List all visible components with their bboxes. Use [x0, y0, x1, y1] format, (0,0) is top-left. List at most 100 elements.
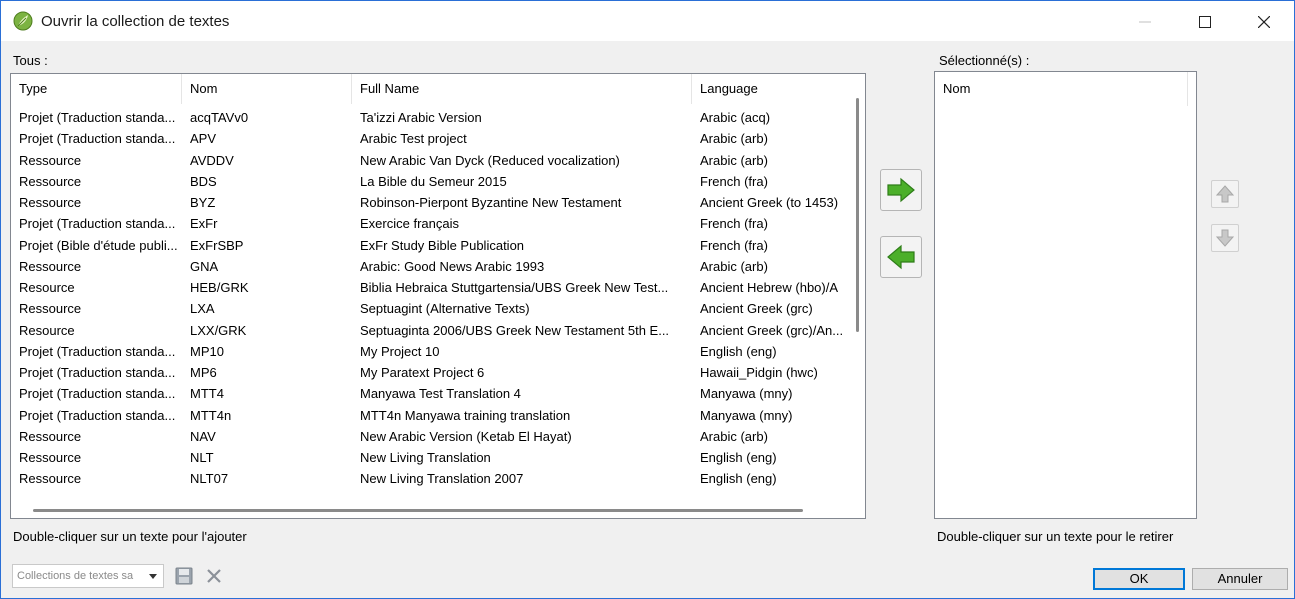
close-button[interactable]	[1236, 5, 1292, 39]
paratext-leaf-icon	[13, 11, 33, 31]
cell-full-name: New Arabic Van Dyck (Reduced vocalizatio…	[360, 152, 620, 168]
saved-collections-value: Collections de textes sa	[17, 570, 134, 582]
cell-nom: BYZ	[190, 195, 216, 210]
cell-nom: NLT	[190, 450, 214, 465]
cell-language: Arabic (acq)	[700, 110, 771, 125]
move-down-button[interactable]	[1211, 224, 1239, 252]
table-row[interactable]: Ressource LXA Septuagint (Alternative Text…	[11, 298, 851, 319]
cell-type: Projet (Traduction standa...	[19, 365, 176, 380]
delete-collection-button[interactable]	[203, 565, 225, 587]
cell-language: Hawaii_Pidgin (hwc)	[700, 365, 818, 380]
cell-type: Ressource	[19, 152, 82, 168]
column-header-language[interactable]: Language	[692, 74, 852, 104]
table-row[interactable]: Projet (Traduction standa... MP10 My Proje…	[11, 341, 851, 362]
chevron-down-icon[interactable]	[145, 565, 161, 587]
cell-full-name: New Living Translation 2007	[360, 471, 524, 487]
cell-nom: HEB/GRK	[190, 280, 249, 295]
cell-language: French (fra)	[700, 216, 768, 232]
cell-full-name: La Bible du Semeur 2015	[360, 173, 507, 189]
table-row[interactable]: Ressource NLT New Living Translation Englis…	[11, 447, 851, 468]
cell-type: Ressource	[19, 428, 82, 444]
ok-button[interactable]: OK	[1093, 568, 1185, 590]
horizontal-scrollbar[interactable]	[11, 500, 851, 518]
column-header-selected-nom[interactable]: Nom	[935, 72, 1188, 106]
arrow-left-icon	[887, 244, 915, 270]
add-selected-button[interactable]	[880, 169, 922, 211]
cell-type: Projet (Traduction standa...	[19, 216, 176, 232]
table-row[interactable]: Projet (Traduction standa... MP6 My Parate…	[11, 362, 851, 383]
cell-type: Projet (Bible d'étude publi...	[19, 237, 178, 253]
cell-nom: MP6	[190, 365, 217, 380]
cell-language: Arabic (arb)	[700, 258, 768, 274]
cell-language: Ancient Hebrew (hbo)/A	[700, 280, 839, 295]
remove-selected-button[interactable]	[880, 236, 922, 278]
cell-language: English (eng)	[700, 471, 777, 487]
minimize-button[interactable]	[1117, 5, 1173, 39]
horizontal-scroll-thumb[interactable]	[33, 509, 803, 512]
cell-language: Manyawa (mny)	[700, 407, 793, 423]
vertical-scrollbar[interactable]	[851, 74, 865, 504]
cell-type: Ressource	[19, 258, 82, 274]
cell-full-name: Manyawa Test Translation 4	[360, 386, 521, 402]
add-hint: Double-cliquer sur un texte pour l'ajout…	[13, 529, 247, 544]
selected-texts-list[interactable]: Nom	[934, 71, 1197, 519]
table-row[interactable]: Ressource BDS La Bible du Semeur 2015 Frenc…	[11, 171, 851, 192]
table-row[interactable]: Ressource NAV New Arabic Version (Ketab El…	[11, 426, 851, 447]
all-texts-list[interactable]: Type Nom Full Name Language Projet (Trad…	[10, 73, 866, 519]
cell-full-name: ExFr Study Bible Publication	[360, 237, 525, 253]
table-row[interactable]: Projet (Traduction standa... MTT4n MTT4n M…	[11, 405, 851, 426]
cell-nom: GNA	[190, 258, 219, 274]
arrow-down-icon	[1215, 229, 1235, 247]
table-row[interactable]: Ressource GNA Arabic: Good News Arabic 199…	[11, 256, 851, 277]
cell-language: Ancient Greek (grc)/An...	[700, 322, 844, 338]
table-row[interactable]: Resource LXX/GRK Septuaginta 2006/UBS Gree…	[11, 320, 851, 341]
cell-nom: ExFr	[190, 216, 218, 232]
cell-full-name: MTT4n Manyawa training translation	[360, 407, 571, 423]
column-header-full-name[interactable]: Full Name	[352, 74, 692, 104]
table-row[interactable]: Projet (Traduction standa... MTT4 Manyawa …	[11, 383, 851, 404]
table-row[interactable]: Ressource AVDDV New Arabic Van Dyck (Reduc…	[11, 150, 851, 171]
table-row[interactable]: Projet (Traduction standa... acqTAVv0 Ta'i…	[11, 107, 851, 128]
cell-type: Projet (Traduction standa...	[19, 343, 176, 359]
cell-nom: acqTAVv0	[190, 110, 249, 125]
maximize-button[interactable]	[1177, 5, 1233, 39]
cell-type: Ressource	[19, 301, 82, 317]
cell-language: Arabic (arb)	[700, 152, 768, 168]
selected-header: Nom	[935, 72, 1196, 106]
maximize-icon	[1199, 16, 1211, 28]
table-row[interactable]: Ressource BYZ Robinson-Pierpont Byzantine …	[11, 192, 851, 213]
cancel-button[interactable]: Annuler	[1192, 568, 1288, 590]
cell-type: Ressource	[19, 471, 82, 487]
column-header-type[interactable]: Type	[11, 74, 182, 104]
saved-collections-combo[interactable]: Collections de textes sa	[12, 564, 164, 588]
cell-nom: LXX/GRK	[190, 322, 247, 338]
cell-full-name: My Paratext Project 6	[360, 365, 485, 380]
table-row[interactable]: Projet (Traduction standa... APV Arabic Te…	[11, 128, 851, 149]
remove-hint: Double-cliquer sur un texte pour le reti…	[937, 529, 1174, 544]
title-bar: Ouvrir la collection de textes	[1, 1, 1294, 41]
table-row[interactable]: Ressource NLT07 New Living Translation 200…	[11, 468, 851, 489]
cell-full-name: Arabic Test project	[360, 131, 467, 147]
cell-language: French (fra)	[700, 173, 768, 189]
cell-nom: LXA	[190, 301, 215, 317]
vertical-scroll-thumb[interactable]	[856, 98, 859, 332]
save-collection-button[interactable]	[173, 565, 195, 587]
table-row[interactable]: Projet (Traduction standa... ExFr Exercice…	[11, 213, 851, 234]
move-up-button[interactable]	[1211, 180, 1239, 208]
cell-language: Ancient Greek (to 1453)	[700, 195, 839, 210]
floppy-disk-icon	[175, 567, 193, 585]
cell-nom: NLT07	[190, 471, 229, 487]
table-row[interactable]: Projet (Bible d'étude publi... ExFrSBP ExF…	[11, 235, 851, 256]
cell-type: Projet (Traduction standa...	[19, 131, 176, 147]
cell-nom: MP10	[190, 343, 224, 359]
cell-language: English (eng)	[700, 450, 777, 465]
column-header-nom[interactable]: Nom	[182, 74, 352, 104]
arrow-up-icon	[1215, 185, 1235, 203]
table-row[interactable]: Resource HEB/GRK Biblia Hebraica Stuttgart…	[11, 277, 851, 298]
cell-type: Resource	[19, 322, 75, 338]
close-icon	[1258, 16, 1270, 28]
cell-nom: ExFrSBP	[190, 237, 244, 253]
window-title: Ouvrir la collection de textes	[41, 13, 230, 30]
cell-type: Projet (Traduction standa...	[19, 386, 176, 402]
cell-nom: NAV	[190, 428, 216, 444]
